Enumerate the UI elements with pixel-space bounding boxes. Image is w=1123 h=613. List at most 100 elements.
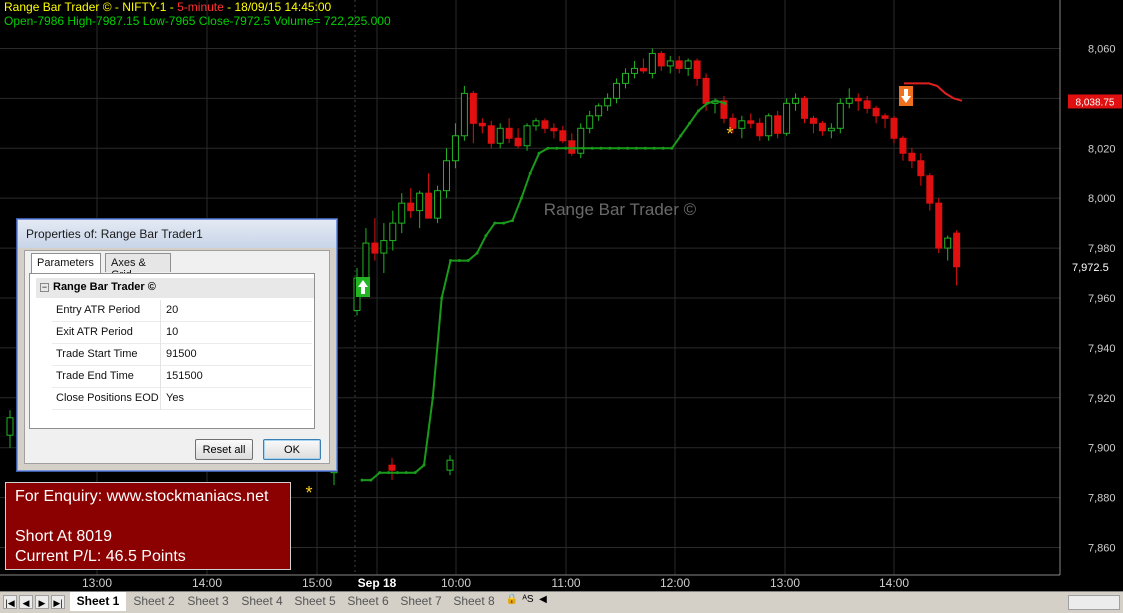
x-tick-label: 13:00 [770, 576, 800, 590]
horizontal-scrollbar[interactable] [1068, 595, 1120, 610]
prev-sheet-button[interactable]: ◀ [19, 595, 33, 609]
x-tick-label: 14:00 [879, 576, 909, 590]
candle-body [622, 72, 629, 84]
collapse-icon[interactable]: − [40, 283, 49, 292]
param-value[interactable]: 91500 [166, 348, 197, 360]
sheet-tab-3[interactable]: Sheet 3 [182, 592, 234, 611]
autoscale-icon[interactable]: ᴬS [520, 592, 536, 611]
candle-body [451, 135, 459, 162]
y-tick-label: 8,000 [1088, 193, 1116, 205]
watermark: Range Bar Trader © [544, 200, 697, 219]
trail-dot [652, 146, 656, 150]
candle-body [478, 122, 486, 127]
candle-body [765, 115, 773, 137]
trail-dot [475, 251, 479, 255]
ok-button[interactable]: OK [263, 439, 321, 460]
param-row-trade-start[interactable]: Trade Start Time 91500 [52, 344, 312, 366]
param-row-trade-end[interactable]: Trade End Time 151500 [52, 366, 312, 388]
param-value[interactable]: 20 [166, 304, 178, 316]
candle-body [425, 192, 433, 219]
lock-icon[interactable]: 🔒 [504, 592, 520, 611]
param-row-close-eod[interactable]: Close Positions EOD Yes [52, 388, 312, 410]
last-sheet-button[interactable]: ▶| [51, 595, 65, 609]
interval-label: 5-minute [177, 0, 224, 14]
sheet-tab-2[interactable]: Sheet 2 [128, 592, 180, 611]
candle-body [684, 60, 692, 69]
sheet-tab-1[interactable]: Sheet 1 [70, 592, 126, 611]
trail-dot [608, 146, 612, 150]
trail-dot [617, 146, 621, 150]
candle-body [371, 242, 379, 254]
next-sheet-button[interactable]: ▶ [35, 595, 49, 609]
param-name: Exit ATR Period [56, 326, 133, 338]
y-tick-label: 7,960 [1088, 293, 1116, 305]
candle-body [434, 190, 442, 219]
candle-body [783, 102, 791, 134]
candle-body [756, 122, 764, 137]
candle-body [801, 97, 808, 119]
divider [160, 322, 161, 344]
trail-dot [688, 121, 692, 125]
param-name: Close Positions EOD [56, 392, 159, 404]
trail-dot [466, 259, 470, 263]
param-name: Trade Start Time [56, 348, 138, 360]
enquiry-text: For Enquiry: www.stockmaniacs.net [15, 488, 269, 505]
candle-body [890, 117, 898, 139]
y-tick-label: 8,060 [1088, 43, 1116, 55]
sheet-tab-4[interactable]: Sheet 4 [236, 592, 288, 611]
param-row-exit-atr[interactable]: Exit ATR Period 10 [52, 322, 312, 344]
reset-all-button[interactable]: Reset all [195, 439, 253, 460]
x-tick-label: 10:00 [441, 576, 471, 590]
exit-star-icon: * [305, 483, 312, 503]
param-value[interactable]: 10 [166, 326, 178, 338]
parameters-panel: − Range Bar Trader © Entry ATR Period 20 E… [29, 273, 315, 429]
param-value[interactable]: Yes [166, 392, 184, 404]
candle-body [944, 237, 952, 249]
param-row-entry-atr[interactable]: Entry ATR Period 20 [52, 300, 312, 322]
candle-body [595, 105, 603, 117]
trail-dot [440, 296, 444, 300]
candle-body [541, 120, 549, 129]
trail-dot [670, 146, 674, 150]
x-tick-label: 11:00 [551, 576, 580, 590]
sheet-tab-6[interactable]: Sheet 6 [342, 592, 394, 611]
title-suffix: - 18/09/15 14:45:00 [223, 0, 332, 14]
candle-body [639, 67, 647, 72]
scroll-left-icon[interactable]: ◀ [536, 592, 550, 611]
y-tick-label: 7,920 [1088, 393, 1116, 405]
trail-dot [413, 471, 417, 475]
chart-window: 8,0608,0408,0208,0007,9807,9607,9407,920… [0, 0, 1123, 613]
trade-info-box: For Enquiry: www.stockmaniacs.net Short … [5, 482, 291, 570]
trail-dot [484, 234, 488, 238]
candle-body [586, 115, 594, 129]
dialog-body: Parameters Axes & Grid −Range Bar Trader… [24, 250, 330, 464]
trail-dot [537, 151, 541, 155]
candle-body [738, 120, 746, 129]
first-sheet-button[interactable]: |◀ [3, 595, 17, 609]
candle-body [648, 52, 656, 74]
group-header[interactable]: − Range Bar Trader © [36, 278, 314, 298]
candle-body [917, 160, 925, 177]
param-name: Trade End Time [56, 370, 134, 382]
param-value[interactable]: 151500 [166, 370, 203, 382]
exit-star-icon: * [726, 124, 733, 144]
divider [160, 344, 161, 366]
group-label: Range Bar Trader © [53, 281, 156, 293]
dialog-title[interactable]: Properties of: Range Bar Trader1 [18, 220, 336, 248]
trail-dot [661, 146, 665, 150]
tab-axes-grid[interactable]: Axes & Grid [105, 253, 171, 281]
sheet-tab-bar: |◀ ◀ ▶ ▶| Sheet 1 Sheet 2 Sheet 3 Sheet … [0, 591, 1123, 613]
candle-body [908, 152, 916, 162]
candle-body [872, 107, 880, 117]
candle-body [532, 120, 540, 127]
position-text: Short At 8019 [15, 528, 112, 545]
candle-body [388, 464, 396, 471]
sheet-tab-7[interactable]: Sheet 7 [395, 592, 447, 611]
tab-parameters[interactable]: Parameters [31, 253, 101, 274]
sheet-tab-5[interactable]: Sheet 5 [289, 592, 341, 611]
current-price-label: 8,038.75 [1076, 97, 1115, 108]
trail-dot [528, 171, 532, 175]
y-tick-label: 7,900 [1088, 443, 1116, 455]
trail-dot [696, 109, 700, 113]
sheet-tab-8[interactable]: Sheet 8 [448, 592, 500, 611]
